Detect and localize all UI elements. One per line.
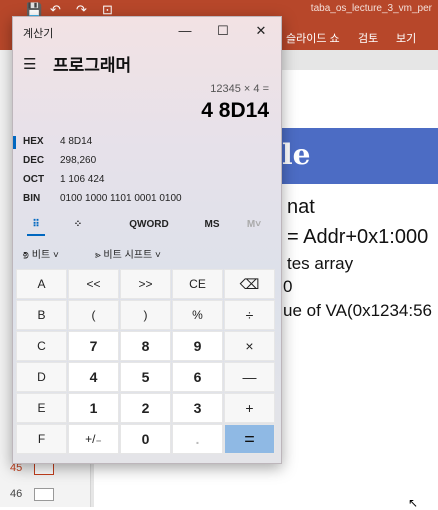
radix-value: 0100 1000 1101 0001 0100 xyxy=(60,193,182,204)
chevron-down-icon: ˅ xyxy=(152,250,161,261)
key-decimal[interactable]: . xyxy=(172,424,223,454)
radix-value: 4 8D14 xyxy=(60,136,93,147)
mouse-cursor-icon: ↖ xyxy=(408,496,419,510)
key-c[interactable]: C xyxy=(16,331,67,361)
key-multiply[interactable]: × xyxy=(224,331,275,361)
key-5[interactable]: 5 xyxy=(120,362,171,392)
key-equals[interactable]: = xyxy=(224,424,275,454)
mode-title: 프로그래머 xyxy=(53,56,132,75)
key-divide[interactable]: ÷ xyxy=(224,300,275,330)
ppt-window-title: taba_os_lecture_3_vm_per xyxy=(310,3,432,14)
memory-recall-button[interactable]: M˅ xyxy=(241,214,267,236)
radix-label: BIN xyxy=(23,193,41,204)
maximize-button[interactable]: ☐ xyxy=(209,21,237,41)
key-a[interactable]: A xyxy=(16,269,67,299)
key-3[interactable]: 3 xyxy=(172,393,223,423)
radix-dec[interactable]: DEC 298,260 xyxy=(13,152,281,172)
chevron-down-icon: ˅ xyxy=(50,250,59,261)
slide-number: 46 xyxy=(10,488,23,500)
slide-thumbnail[interactable] xyxy=(34,488,54,501)
radix-label: HEX xyxy=(23,136,44,147)
word-size-button[interactable]: QWORD xyxy=(117,214,181,236)
key-left-shift[interactable]: << xyxy=(68,269,119,299)
radix-label: DEC xyxy=(23,155,45,166)
slide-title: le xyxy=(282,138,311,171)
key-right-shift[interactable]: >> xyxy=(120,269,171,299)
bit-toggle-keypad-icon[interactable]: ⁘ xyxy=(65,214,91,236)
keypad: A << >> CE ⌫ B ( ) % ÷ C 7 8 9 × D 4 5 6… xyxy=(16,269,278,459)
slide-text-line: ue of VA(0x1234:56 xyxy=(283,301,433,320)
bit-operations-bar: ⟄ 비트 ˅ ⪢ 비트 시프트 ˅ xyxy=(13,243,281,265)
key-f[interactable]: F xyxy=(16,424,67,454)
result-display: 4 8D14 xyxy=(201,99,269,122)
bitwise-label: 비트 xyxy=(31,250,51,261)
key-negate[interactable]: +/₋ xyxy=(68,424,119,454)
key-9[interactable]: 9 xyxy=(172,331,223,361)
memory-store-button[interactable]: MS xyxy=(199,214,225,236)
key-subtract[interactable]: — xyxy=(224,362,275,392)
minimize-button[interactable]: — xyxy=(171,21,199,41)
bitshift-dropdown[interactable]: ⪢ 비트 시프트 ˅ xyxy=(95,246,161,261)
calculator-window: 계산기 — ☐ ✕ ☰ 프로그래머 12345 × 4 = 4 8D14 HEX… xyxy=(12,16,282,464)
slide-text-line: 0 xyxy=(283,277,293,296)
radix-value: 1 106 424 xyxy=(60,174,105,185)
key-7[interactable]: 7 xyxy=(68,331,119,361)
key-4[interactable]: 4 xyxy=(68,362,119,392)
key-d[interactable]: D xyxy=(16,362,67,392)
key-1[interactable]: 1 xyxy=(68,393,119,423)
active-tab-indicator xyxy=(27,234,45,236)
key-8[interactable]: 8 xyxy=(120,331,171,361)
expression-display: 12345 × 4 = xyxy=(210,83,269,95)
bitwise-dropdown[interactable]: ⟄ 비트 ˅ xyxy=(23,246,59,261)
key-2[interactable]: 2 xyxy=(120,393,171,423)
radix-oct[interactable]: OCT 1 106 424 xyxy=(13,171,281,191)
key-add[interactable]: + xyxy=(224,393,275,423)
key-6[interactable]: 6 xyxy=(172,362,223,392)
bitwise-icon: ⟄ xyxy=(23,250,32,261)
close-button[interactable]: ✕ xyxy=(247,21,275,41)
radix-label: OCT xyxy=(23,174,45,185)
key-clear-entry[interactable]: CE xyxy=(172,269,223,299)
backspace-icon[interactable]: ⌫ xyxy=(224,269,275,299)
key-close-paren[interactable]: ) xyxy=(120,300,171,330)
key-e[interactable]: E xyxy=(16,393,67,423)
window-title: 계산기 xyxy=(23,28,54,40)
key-modulo[interactable]: % xyxy=(172,300,223,330)
key-open-paren[interactable]: ( xyxy=(68,300,119,330)
tab-review[interactable]: 검토 xyxy=(358,30,378,46)
slide-text-line: tes array xyxy=(287,254,354,273)
menu-icon[interactable]: ☰ xyxy=(23,55,36,73)
bitshift-label: 비트 시프트 xyxy=(103,250,153,261)
tab-view[interactable]: 보기 xyxy=(396,30,416,46)
full-keypad-icon[interactable]: ⠿ xyxy=(23,214,49,236)
tab-slideshow[interactable]: 슬라이드 쇼 xyxy=(286,30,340,46)
slide-text-line: = Addr+0x1:000 xyxy=(287,226,429,248)
radix-bin[interactable]: BIN 0100 1000 1101 0001 0100 xyxy=(13,190,281,210)
keypad-tabbar: ⠿ ⁘ QWORD MS M˅ xyxy=(13,214,281,236)
slide-text-line: nat xyxy=(287,196,315,218)
active-radix-marker xyxy=(13,136,16,149)
key-b[interactable]: B xyxy=(16,300,67,330)
radix-hex[interactable]: HEX 4 8D14 xyxy=(13,133,281,153)
radix-value: 298,260 xyxy=(60,155,97,166)
key-0[interactable]: 0 xyxy=(120,424,171,454)
